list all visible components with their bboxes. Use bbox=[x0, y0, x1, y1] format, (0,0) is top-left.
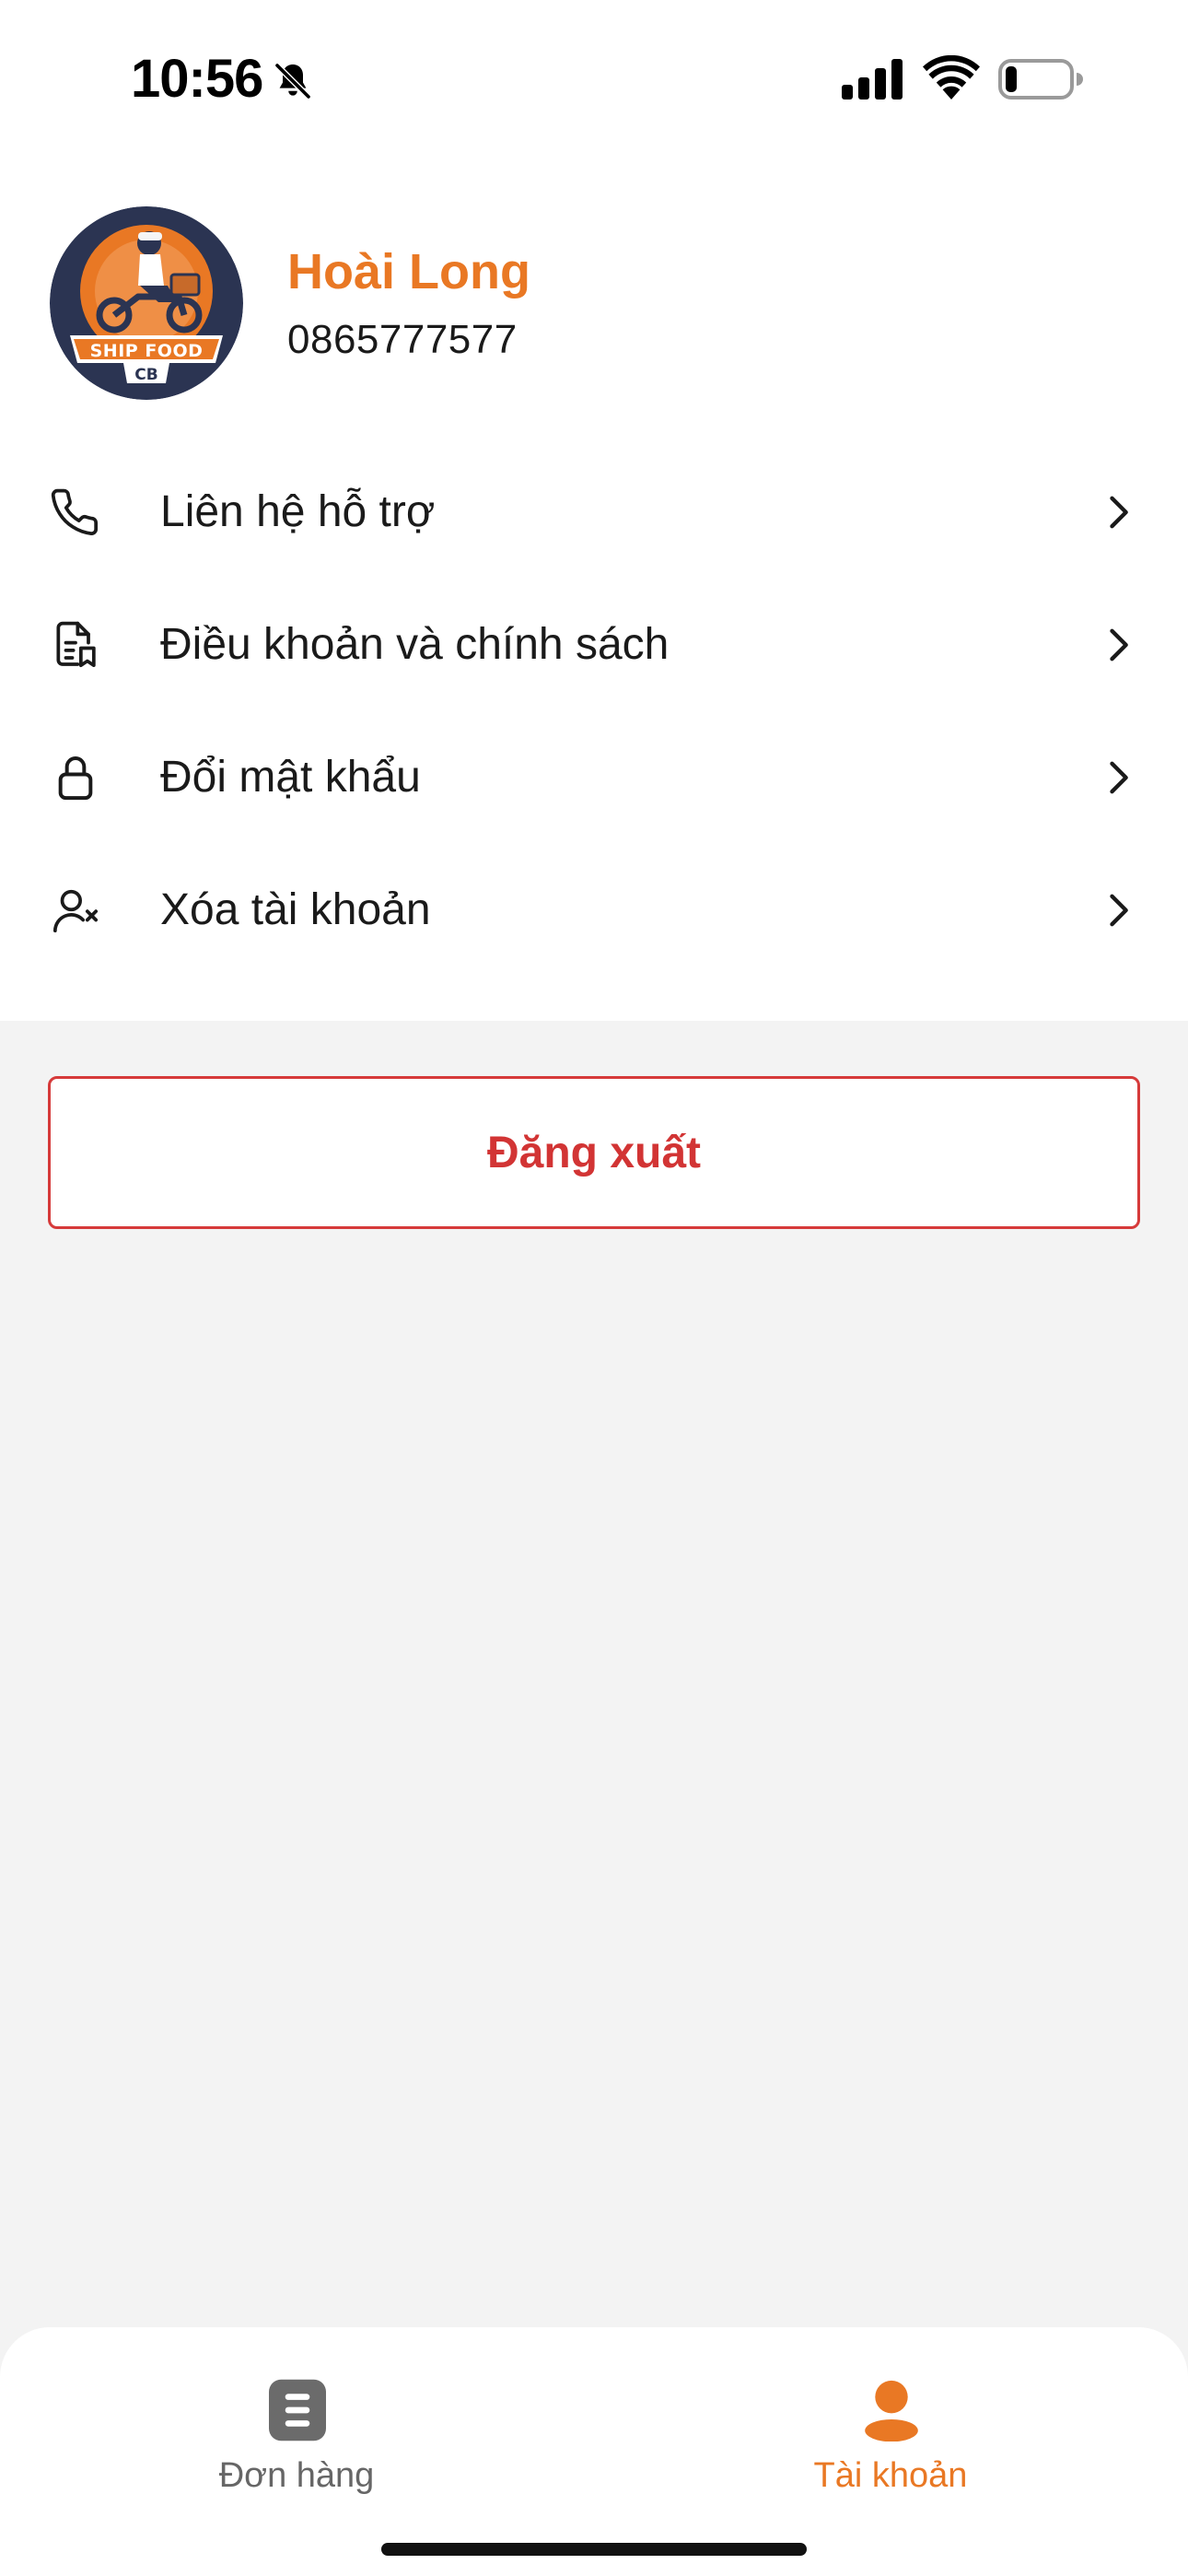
wifi-icon bbox=[923, 55, 980, 100]
battery-icon bbox=[998, 59, 1083, 100]
menu-label: Điều khoản và chính sách bbox=[160, 620, 670, 669]
logout-button[interactable]: Đăng xuất bbox=[48, 1076, 1140, 1229]
ship-food-logo: SHIP FOOD CB bbox=[50, 206, 243, 400]
avatar[interactable]: SHIP FOOD CB bbox=[50, 206, 243, 400]
bell-off-icon bbox=[274, 63, 311, 100]
account-screen: 10:56 SHIP FOOD CB Hoài Long 0865777577 … bbox=[0, 0, 1188, 2576]
menu-item-terms-policy[interactable]: Điều khoản và chính sách bbox=[0, 579, 1188, 711]
tab-label: Tài khoản bbox=[813, 2456, 968, 2495]
user-name: Hoài Long bbox=[287, 244, 530, 299]
tab-label: Đơn hàng bbox=[218, 2456, 375, 2495]
svg-text:SHIP FOOD: SHIP FOOD bbox=[90, 341, 204, 361]
cellular-signal-icon bbox=[842, 59, 903, 100]
chevron-right-icon bbox=[1110, 894, 1128, 927]
tab-orders[interactable]: Đơn hàng bbox=[131, 2355, 462, 2521]
profile-header: SHIP FOOD CB Hoài Long 0865777577 bbox=[50, 206, 1136, 402]
menu-item-delete-account[interactable]: Xóa tài khoản bbox=[0, 844, 1188, 977]
svg-text:CB: CB bbox=[134, 366, 157, 384]
menu-item-change-password[interactable]: Đổi mật khẩu bbox=[0, 711, 1188, 844]
orders-list-icon bbox=[269, 2379, 326, 2441]
menu-label: Đổi mật khẩu bbox=[160, 753, 421, 802]
menu-label: Liên hệ hỗ trợ bbox=[160, 487, 436, 536]
menu-label: Xóa tài khoản bbox=[160, 885, 431, 934]
tab-account[interactable]: Tài khoản bbox=[725, 2355, 1056, 2521]
logout-label: Đăng xuất bbox=[486, 1128, 702, 1177]
lock-icon bbox=[58, 756, 93, 801]
chevron-right-icon bbox=[1110, 761, 1128, 794]
status-bar: 10:56 bbox=[0, 0, 1188, 162]
status-time: 10:56 bbox=[131, 49, 263, 109]
user-phone: 0865777577 bbox=[287, 317, 518, 362]
settings-menu: Liên hệ hỗ trợ Điều khoản và chính sách bbox=[0, 446, 1188, 977]
user-icon bbox=[865, 2380, 918, 2441]
bottom-tab-bar: Đơn hàng Tài khoản bbox=[0, 2327, 1188, 2576]
document-bookmark-icon bbox=[56, 621, 96, 668]
chevron-right-icon bbox=[1110, 628, 1128, 662]
user-remove-icon bbox=[52, 889, 99, 933]
account-card: SHIP FOOD CB Hoài Long 0865777577 Liên h… bbox=[0, 162, 1188, 1021]
chevron-right-icon bbox=[1110, 496, 1128, 529]
phone-icon bbox=[51, 488, 99, 535]
menu-item-contact-support[interactable]: Liên hệ hỗ trợ bbox=[0, 446, 1188, 579]
home-indicator bbox=[381, 2543, 807, 2556]
